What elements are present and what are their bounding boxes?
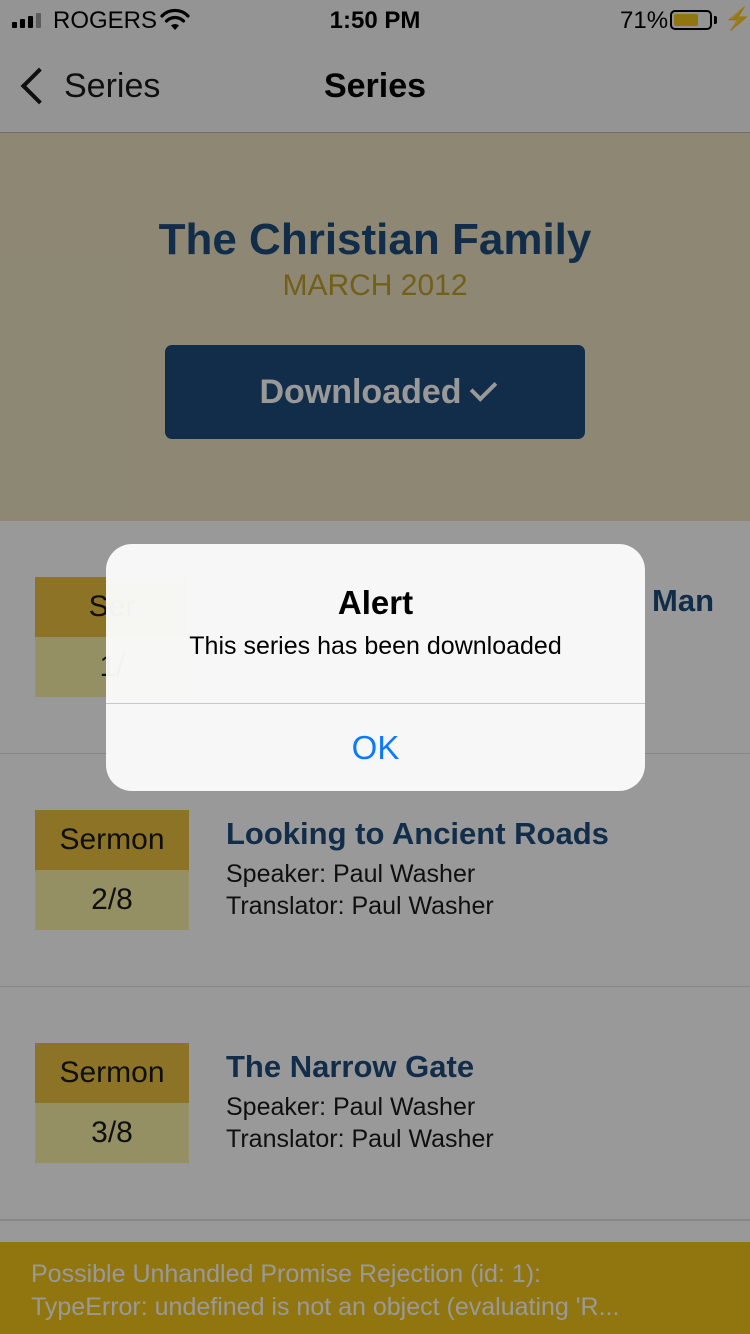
alert-title: Alert [337, 584, 414, 621]
alert-ok-button[interactable]: OK [106, 704, 645, 791]
alert-message: This series has been downloaded [189, 632, 562, 660]
alert-dialog: Alert This series has been downloaded OK [106, 544, 645, 791]
